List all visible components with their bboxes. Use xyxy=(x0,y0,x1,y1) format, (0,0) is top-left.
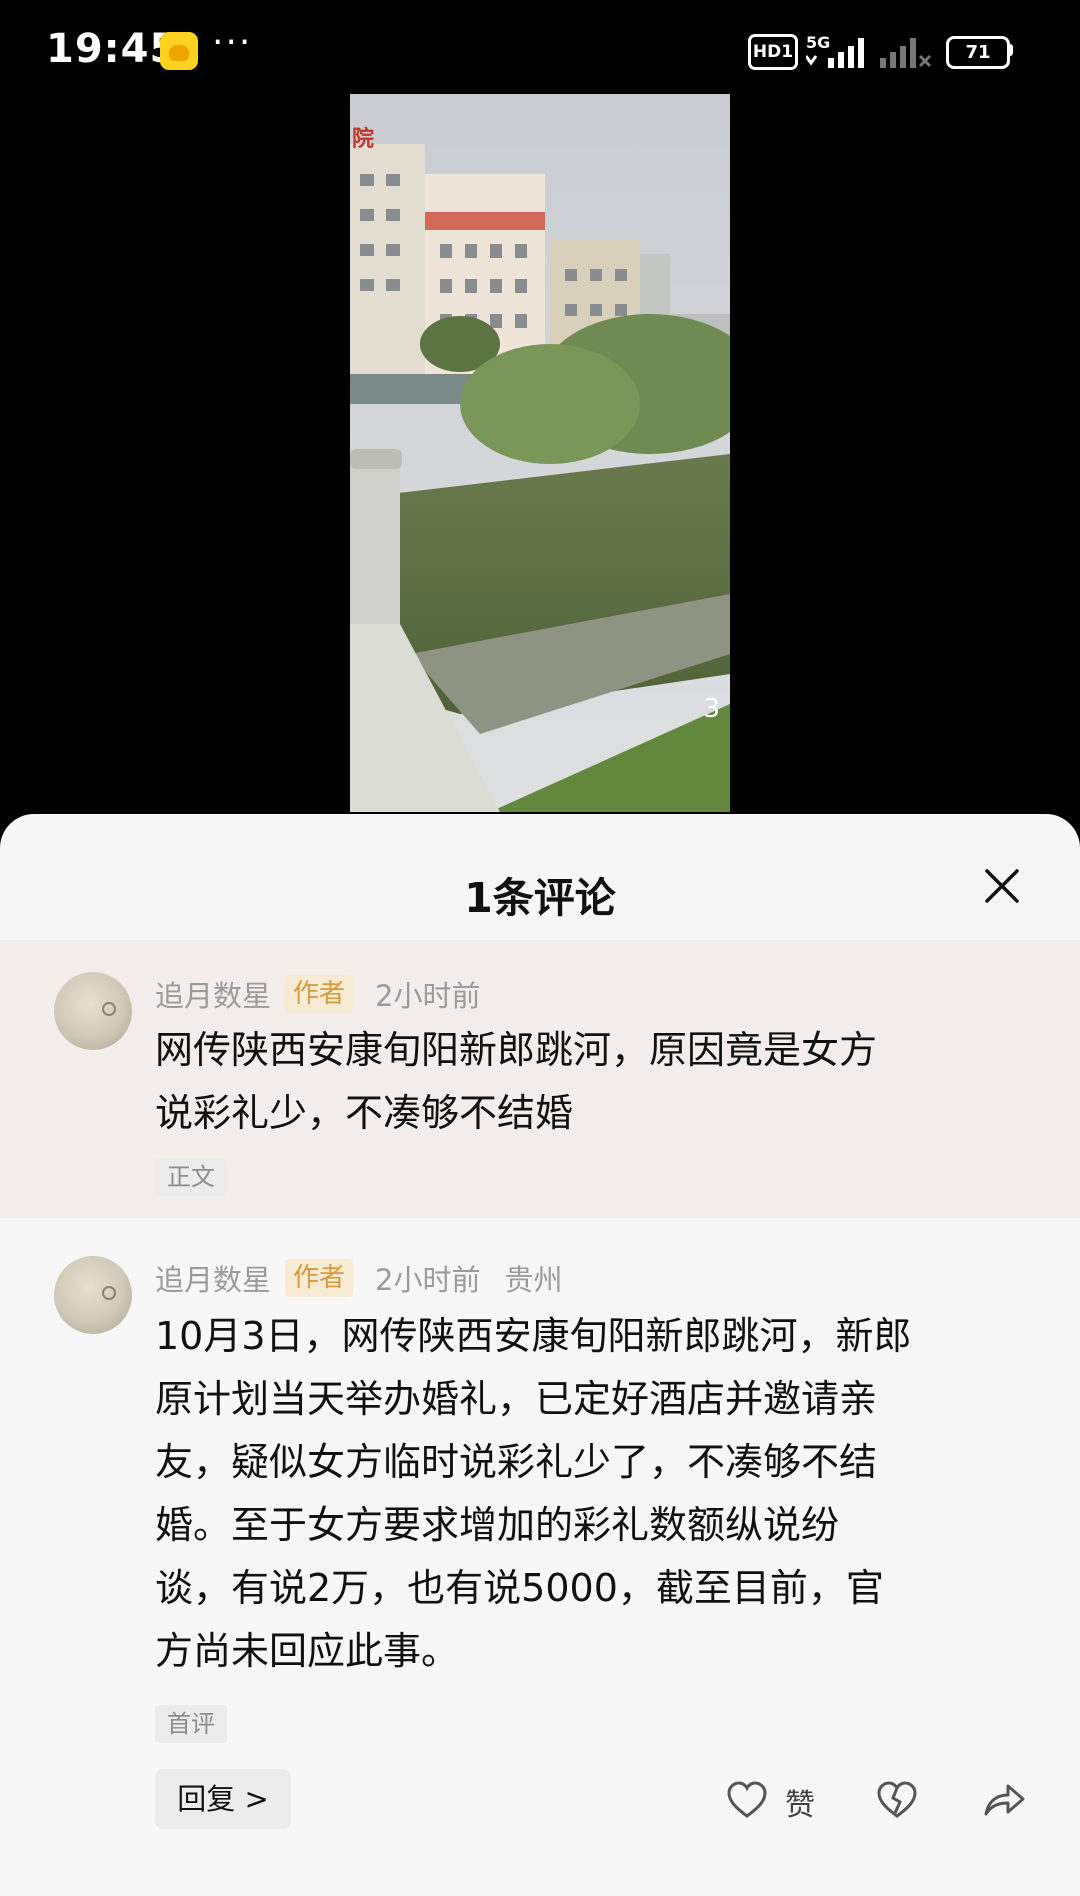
comment-text-line: 说彩礼少，不凑够不结婚 xyxy=(155,1091,574,1135)
sheet-title: 1条评论 xyxy=(464,874,616,922)
comment-text-line: 网传陕西安康旬阳新郎跳河，原因竟是女方 xyxy=(155,1028,878,1072)
video-page-number: 3 xyxy=(703,694,720,724)
app-notification-icon xyxy=(160,32,198,70)
comment-meta: 追月数星 作者 2小时前 xyxy=(155,974,480,1014)
comment-tag: 正文 xyxy=(155,1158,227,1196)
comment-text: 10月3日，网传陕西安康旬阳新郎跳河，新郎 原计划当天举办婚礼，已定好酒店并邀请… xyxy=(155,1305,1025,1683)
comment-text-line: 原计划当天举办婚礼，已定好酒店并邀请亲 xyxy=(155,1377,878,1421)
author-badge: 作者 xyxy=(285,975,354,1013)
comment-author[interactable]: 追月数星 xyxy=(155,1257,271,1299)
signal-secondary-icon xyxy=(880,38,932,68)
comment-text-line: 10月3日，网传陕西安康旬阳新郎跳河，新郎 xyxy=(155,1314,912,1358)
comment-text: 网传陕西安康旬阳新郎跳河，原因竟是女方 说彩礼少，不凑够不结婚 xyxy=(155,1019,1025,1145)
hospital-sign-text: 院 xyxy=(352,126,374,152)
comment-author[interactable]: 追月数星 xyxy=(155,973,271,1015)
broken-heart-icon[interactable] xyxy=(876,1780,918,1820)
reply-label: 回复 xyxy=(177,1782,236,1816)
status-time: 19:45 xyxy=(46,26,179,72)
author-badge: 作者 xyxy=(285,1259,354,1297)
comment-meta: 追月数星 作者 2小时前 贵州 xyxy=(155,1258,563,1298)
comment-time: 2小时前 xyxy=(375,1263,481,1297)
comment-tag: 首评 xyxy=(155,1705,227,1743)
like-label[interactable]: 赞 xyxy=(785,1780,815,1824)
hd-voice-icon: HD1 xyxy=(748,34,798,70)
comment-location: 贵州 xyxy=(504,1263,563,1297)
signal-5g-icon: 5G xyxy=(806,33,864,68)
battery-level: 71 xyxy=(965,42,991,63)
battery-cap xyxy=(1008,44,1013,56)
avatar[interactable] xyxy=(54,972,132,1050)
heart-icon[interactable] xyxy=(726,1780,768,1820)
battery-icon: 71 xyxy=(946,36,1010,69)
avatar[interactable] xyxy=(54,1256,132,1334)
more-notifications-icon: ··· xyxy=(212,22,253,63)
comment-sheet: 1条评论 追月数星 作者 2小时前 网传陕西安康旬阳新郎跳河，原因竟是女方 说彩… xyxy=(0,814,1080,1896)
network-type-label: 5G xyxy=(806,33,830,52)
comment-time: 2小时前 xyxy=(375,979,481,1013)
comment-text-line: 婚。至于女方要求增加的彩礼数额纵说纷 xyxy=(155,1503,840,1547)
chevron-right-icon: > xyxy=(244,1782,269,1816)
video-frame-image: 院 xyxy=(350,94,730,812)
share-icon[interactable] xyxy=(982,1780,1026,1820)
status-bar: 19:45 ··· HD1 5G 71 xyxy=(0,0,1080,100)
video-player[interactable]: 院 3 xyxy=(350,94,730,812)
comment-text-line: 友，疑似女方临时说彩礼少了，不凑够不结 xyxy=(155,1440,878,1484)
reply-button[interactable]: 回复 > xyxy=(155,1769,291,1829)
comment-text-line: 方尚未回应此事。 xyxy=(155,1629,460,1673)
close-icon[interactable] xyxy=(982,866,1022,906)
comment-text-line: 谈，有说2万，也有说5000，截至目前，官 xyxy=(155,1566,884,1610)
